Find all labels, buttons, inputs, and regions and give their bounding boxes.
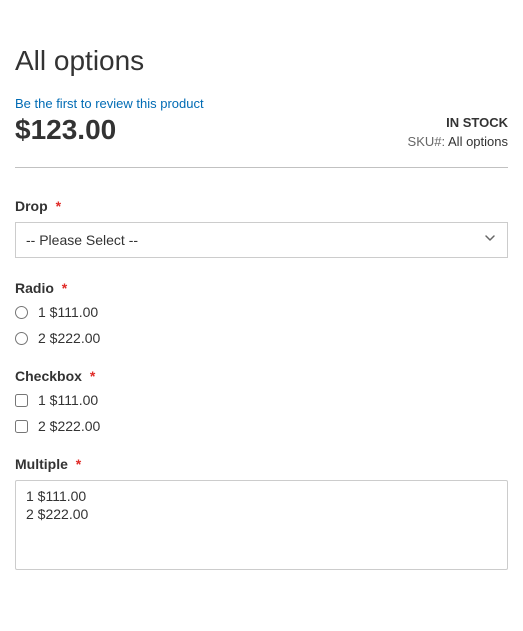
checkbox-label-2[interactable]: 2 $222.00 — [38, 418, 100, 434]
required-mark: * — [76, 456, 81, 472]
field-label-text: Multiple — [15, 456, 68, 472]
drop-select[interactable]: -- Please Select -- — [15, 222, 508, 258]
sku-value-text: All options — [448, 134, 508, 149]
radio-label-2[interactable]: 2 $222.00 — [38, 330, 100, 346]
sku-line: SKU#: All options — [408, 134, 508, 149]
checkbox-input-2[interactable] — [15, 420, 28, 433]
field-label-text: Radio — [15, 280, 54, 296]
multiple-select[interactable]: 1 $111.00 2 $222.00 — [15, 480, 508, 570]
required-mark: * — [56, 198, 61, 214]
field-drop-label: Drop * — [15, 198, 508, 214]
field-drop: Drop * -- Please Select -- — [15, 198, 508, 258]
product-info-row: $123.00 IN STOCK SKU#: All options — [15, 115, 508, 168]
radio-input-2[interactable] — [15, 332, 28, 345]
field-multiple: Multiple * 1 $111.00 2 $222.00 — [15, 456, 508, 571]
radio-label-1[interactable]: 1 $111.00 — [38, 304, 98, 320]
field-checkbox-label: Checkbox * — [15, 368, 508, 384]
checkbox-choice: 1 $111.00 — [15, 392, 508, 408]
field-radio-label: Radio * — [15, 280, 508, 296]
checkbox-label-1[interactable]: 1 $111.00 — [38, 392, 98, 408]
radio-choice: 2 $222.00 — [15, 330, 508, 346]
sku-label: SKU#: — [408, 134, 446, 149]
stock-status: IN STOCK — [408, 115, 508, 130]
field-checkbox: Checkbox * 1 $111.00 2 $222.00 — [15, 368, 508, 434]
multiple-option-1[interactable]: 1 $111.00 — [22, 487, 501, 505]
field-multiple-label: Multiple * — [15, 456, 508, 472]
field-label-text: Drop — [15, 198, 48, 214]
checkbox-input-1[interactable] — [15, 394, 28, 407]
field-radio: Radio * 1 $111.00 2 $222.00 — [15, 280, 508, 346]
multiple-option-2[interactable]: 2 $222.00 — [22, 505, 501, 523]
page-title: All options — [15, 45, 508, 77]
price: $123.00 — [15, 115, 116, 146]
required-mark: * — [90, 368, 95, 384]
field-label-text: Checkbox — [15, 368, 82, 384]
checkbox-choice: 2 $222.00 — [15, 418, 508, 434]
radio-input-1[interactable] — [15, 306, 28, 319]
radio-choice: 1 $111.00 — [15, 304, 508, 320]
required-mark: * — [62, 280, 67, 296]
review-link[interactable]: Be the first to review this product — [15, 96, 204, 111]
